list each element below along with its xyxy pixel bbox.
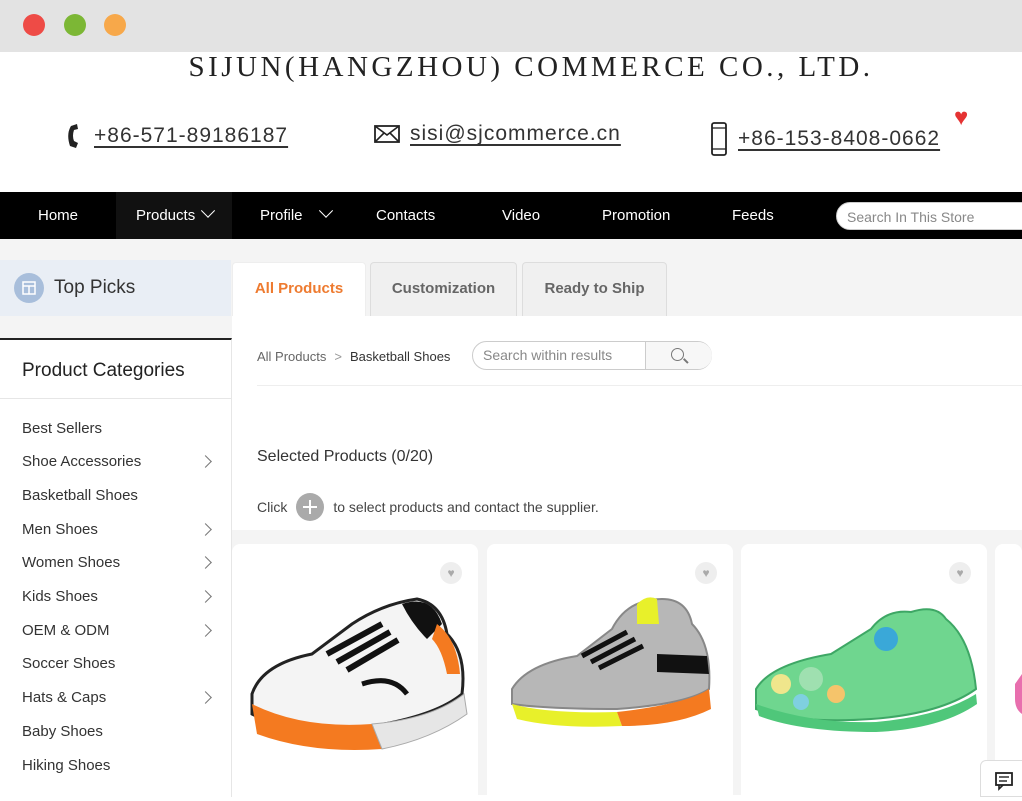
chevron-right-icon <box>199 590 212 603</box>
nav-products-label: Products <box>136 207 196 224</box>
chevron-down-icon <box>201 203 216 218</box>
category-label: Basketball Shoes <box>22 487 138 504</box>
favorite-heart-icon[interactable]: ♥ <box>949 562 971 584</box>
category-label: Hiking Shoes <box>22 757 111 774</box>
tab-all-products[interactable]: All Products <box>232 262 366 316</box>
company-name: SIJUN(HANGZHOU) COMMERCE CO., LTD. <box>188 51 874 83</box>
product-card[interactable] <box>995 544 1022 795</box>
category-label: OEM & ODM <box>22 622 110 639</box>
category-label: Soccer Shoes <box>22 655 116 672</box>
email-address[interactable]: sisi@sjcommerce.cn <box>410 122 621 146</box>
chevron-right-icon <box>199 455 212 468</box>
nav-feeds[interactable]: Feeds <box>732 192 774 239</box>
mobile-contact[interactable]: +86-153-8408-0662 <box>710 122 940 156</box>
divider <box>0 398 231 399</box>
chevron-right-icon <box>199 624 212 637</box>
phone-icon <box>68 124 78 148</box>
product-image <box>511 597 711 727</box>
top-picks-link[interactable]: Top Picks <box>0 260 231 316</box>
category-label: Kids Shoes <box>22 588 98 605</box>
window-titlebar <box>0 0 1022 52</box>
categories-title: Product Categories <box>22 360 185 381</box>
nav-products[interactable]: Products <box>116 192 232 239</box>
breadcrumb: All Products > Basketball Shoes <box>257 349 450 364</box>
category-item[interactable]: Hats & Caps <box>22 689 222 706</box>
add-circle-icon <box>296 493 325 521</box>
nav-contacts[interactable]: Contacts <box>376 192 435 239</box>
favorite-heart-icon[interactable]: ♥ <box>695 562 717 584</box>
category-label: Hats & Caps <box>22 689 107 706</box>
hint-prefix: Click <box>257 499 288 515</box>
category-item[interactable]: Basketball Shoes <box>22 487 222 504</box>
mail-icon <box>374 125 400 143</box>
minimize-window-button[interactable] <box>64 14 86 36</box>
category-label: Best Sellers <box>22 420 103 437</box>
chevron-right-icon: > <box>334 349 342 364</box>
result-search-box[interactable]: Search within results <box>472 341 712 370</box>
hint-suffix: to select products and contact the suppl… <box>333 499 599 515</box>
category-item[interactable]: Hiking Shoes <box>22 757 222 774</box>
breadcrumb-current: Basketball Shoes <box>349 349 451 364</box>
chevron-right-icon <box>199 556 212 569</box>
category-label: Baby Shoes <box>22 723 103 740</box>
chat-button[interactable] <box>980 760 1022 797</box>
selected-count: Selected Products (0/20) <box>257 448 434 465</box>
product-image <box>1015 674 1022 714</box>
nav-home[interactable]: Home <box>38 192 78 239</box>
selection-hint: Click to select products and contact the… <box>257 493 599 521</box>
divider <box>257 385 1022 386</box>
favorite-heart-icon[interactable]: ♥ <box>440 562 462 584</box>
search-icon <box>671 348 684 361</box>
breadcrumb-root[interactable]: All Products <box>257 349 326 364</box>
chevron-right-icon <box>199 523 212 536</box>
nav-profile[interactable]: Profile <box>260 192 333 239</box>
nav-video[interactable]: Video <box>502 192 540 239</box>
close-window-button[interactable] <box>23 14 45 36</box>
product-image <box>250 597 468 750</box>
category-label: Men Shoes <box>22 521 98 538</box>
category-item[interactable]: Soccer Shoes <box>22 655 222 672</box>
phone-number[interactable]: +86-571-89186187 <box>94 124 288 148</box>
tab-ready-to-ship[interactable]: Ready to Ship <box>522 262 667 316</box>
product-card[interactable]: ♥ <box>487 544 733 795</box>
category-item[interactable]: Men Shoes <box>22 521 222 538</box>
store-icon <box>14 273 44 303</box>
result-search-input[interactable]: Search within results <box>483 347 612 363</box>
category-item[interactable]: Best Sellers <box>22 420 222 437</box>
mobile-icon <box>711 122 727 156</box>
category-item[interactable]: Shoe Accessories <box>22 453 222 470</box>
category-item[interactable]: Kids Shoes <box>22 588 222 605</box>
top-picks-label: Top Picks <box>54 277 136 298</box>
chevron-right-icon <box>199 691 212 704</box>
nav-promotion[interactable]: Promotion <box>602 192 670 239</box>
product-card[interactable]: ♥ <box>741 544 987 795</box>
category-item[interactable]: Baby Shoes <box>22 723 222 740</box>
category-item[interactable]: OEM & ODM <box>22 622 222 639</box>
email-contact[interactable]: sisi@sjcommerce.cn <box>374 122 621 146</box>
nav-profile-label: Profile <box>260 207 303 224</box>
tab-customization[interactable]: Customization <box>370 262 517 316</box>
heart-icon: ♥ <box>954 104 969 131</box>
category-label: Shoe Accessories <box>22 453 142 470</box>
search-button[interactable] <box>645 342 712 369</box>
chat-icon <box>995 772 1013 791</box>
category-item[interactable]: Women Shoes <box>22 554 222 571</box>
chevron-down-icon <box>318 203 333 218</box>
phone-contact[interactable]: +86-571-89186187 <box>64 122 288 150</box>
category-sidebar: Product Categories Best Sellers Shoe Acc… <box>0 338 232 797</box>
product-card[interactable]: ♥ <box>232 544 478 795</box>
category-label: Women Shoes <box>22 554 121 571</box>
maximize-window-button[interactable] <box>104 14 126 36</box>
store-search-input[interactable]: Search In This Store <box>836 202 1022 230</box>
mobile-number[interactable]: +86-153-8408-0662 <box>738 127 940 151</box>
product-image <box>755 608 978 732</box>
